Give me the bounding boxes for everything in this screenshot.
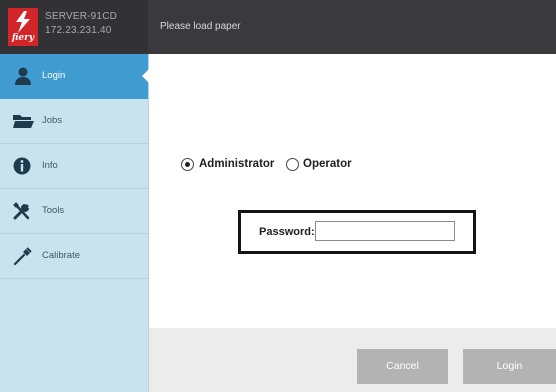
administrator-label[interactable]: Administrator	[199, 158, 274, 170]
sidebar-item-label: Calibrate	[42, 250, 81, 261]
brand-area: fiery SERVER-91CD 172.23.231.40	[0, 0, 148, 54]
sidebar: Login Jobs Info Tools Calibrate	[0, 54, 149, 392]
sidebar-item-jobs[interactable]: Jobs	[0, 99, 148, 144]
cancel-button[interactable]: Cancel	[357, 349, 448, 384]
active-indicator	[142, 69, 149, 83]
radio-selected-dot	[185, 162, 190, 167]
button-bar: Cancel Login	[149, 328, 556, 392]
server-ip: 172.23.231.40	[45, 25, 112, 36]
lightning-icon	[16, 11, 30, 33]
logo-text: fiery	[11, 33, 35, 43]
password-field[interactable]	[315, 221, 455, 241]
password-box: Password:	[238, 210, 476, 254]
login-panel: Administrator Operator Password: Cancel …	[149, 54, 556, 392]
calibrate-icon	[12, 246, 34, 266]
sidebar-item-label: Jobs	[42, 115, 63, 126]
sidebar-item-calibrate[interactable]: Calibrate	[0, 234, 148, 279]
sidebar-item-label: Info	[42, 160, 58, 171]
sidebar-item-label: Login	[42, 70, 66, 81]
tools-icon	[12, 201, 34, 221]
sidebar-item-login[interactable]: Login	[0, 54, 149, 99]
folder-icon	[12, 111, 34, 131]
top-bar: fiery SERVER-91CD 172.23.231.40 Please l…	[0, 0, 556, 54]
sidebar-item-label: Tools	[42, 205, 65, 216]
server-name: SERVER-91CD	[45, 11, 118, 22]
sidebar-item-info[interactable]: Info	[0, 144, 148, 189]
sidebar-item-tools[interactable]: Tools	[0, 189, 148, 234]
fiery-logo: fiery	[8, 8, 38, 46]
administrator-radio[interactable]	[181, 158, 194, 171]
status-message: Please load paper	[160, 21, 241, 32]
password-label: Password:	[259, 226, 315, 238]
user-icon	[12, 66, 34, 86]
operator-radio[interactable]	[286, 158, 299, 171]
login-button[interactable]: Login	[463, 349, 556, 384]
info-icon	[12, 156, 34, 176]
operator-label[interactable]: Operator	[303, 158, 352, 170]
